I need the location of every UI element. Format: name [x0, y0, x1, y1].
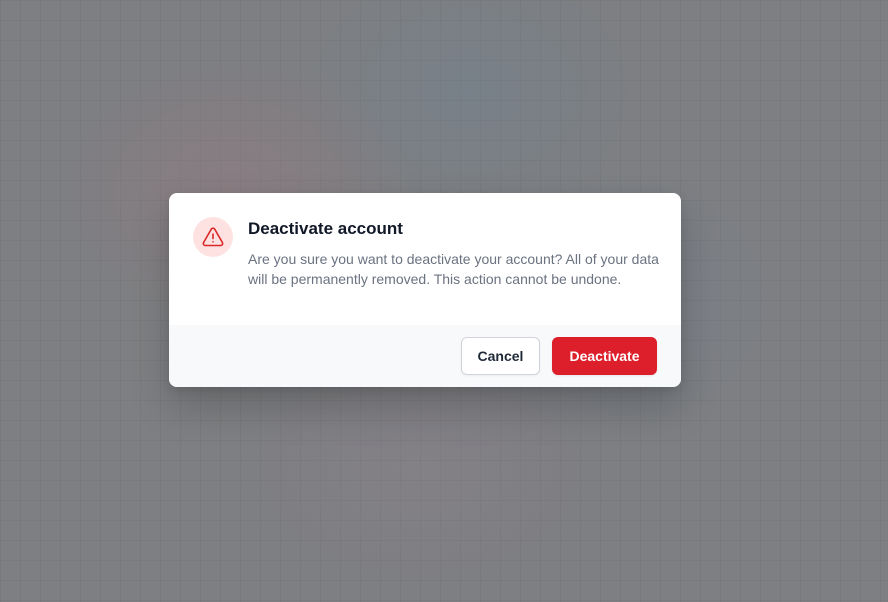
- warning-triangle-icon: [202, 227, 224, 247]
- dialog-body: Deactivate account Are you sure you want…: [169, 193, 681, 325]
- cancel-button[interactable]: Cancel: [461, 337, 540, 375]
- dialog-footer: Cancel Deactivate: [169, 325, 681, 387]
- dialog-message: Are you sure you want to deactivate your…: [248, 251, 659, 287]
- dialog-title: Deactivate account: [248, 219, 403, 238]
- warning-icon-badge: [193, 217, 233, 257]
- deactivate-account-dialog: Deactivate account Are you sure you want…: [169, 193, 681, 387]
- deactivate-button[interactable]: Deactivate: [552, 337, 657, 375]
